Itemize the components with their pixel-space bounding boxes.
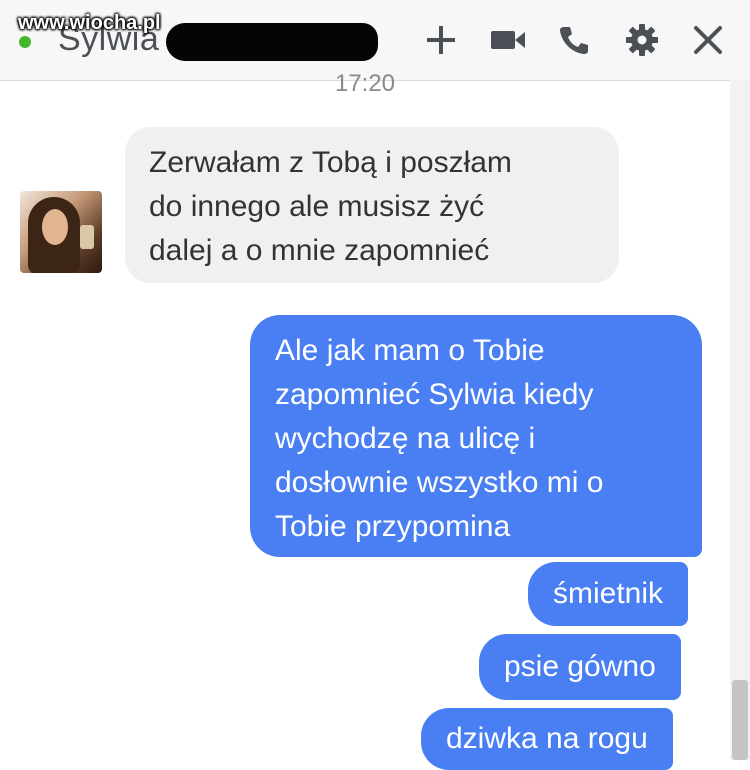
video-call-icon[interactable] <box>486 18 530 62</box>
message-line: do innego ale musisz żyć <box>149 190 485 223</box>
close-icon[interactable] <box>686 18 730 62</box>
message-timestamp: 17:20 <box>334 70 396 97</box>
message-text: śmietnik <box>553 577 664 610</box>
sent-message-bubble[interactable]: śmietnik <box>528 562 689 626</box>
watermark-text: www.wiocha.pl <box>18 12 161 34</box>
scrollbar-track[interactable] <box>730 80 750 760</box>
message-text: dziwka na rogu <box>446 722 648 755</box>
sent-message-bubble[interactable]: dziwka na rogu <box>421 708 673 770</box>
received-message-bubble[interactable]: Zerwałam z Tobą i poszłam do innego ale … <box>125 127 619 283</box>
avatar-face <box>42 209 68 245</box>
message-line: dalej a o mnie zapomnieć <box>149 234 490 267</box>
message-text: psie gówno <box>504 650 656 683</box>
message-line: Tobie przypomina <box>275 510 511 543</box>
contact-avatar[interactable] <box>20 191 102 273</box>
add-icon[interactable] <box>419 18 463 62</box>
sent-message-bubble[interactable]: Ale jak mam o Tobie zapomnieć Sylwia kie… <box>250 315 702 557</box>
redacted-surname-scribble <box>166 23 378 61</box>
avatar-phone <box>80 225 94 249</box>
scrollbar-thumb[interactable] <box>732 680 748 760</box>
sent-message-bubble[interactable]: psie gówno <box>479 634 681 700</box>
online-status-dot <box>19 36 31 48</box>
message-line: Zerwałam z Tobą i poszłam <box>149 146 512 179</box>
message-line: dosłownie wszystko mi o <box>275 466 604 499</box>
message-line: Ale jak mam o Tobie <box>275 334 545 367</box>
phone-call-icon[interactable] <box>552 18 596 62</box>
message-line: wychodzę na ulicę i <box>275 422 536 455</box>
message-line: zapomnieć Sylwia kiedy <box>275 378 594 411</box>
settings-gear-icon[interactable] <box>620 18 664 62</box>
